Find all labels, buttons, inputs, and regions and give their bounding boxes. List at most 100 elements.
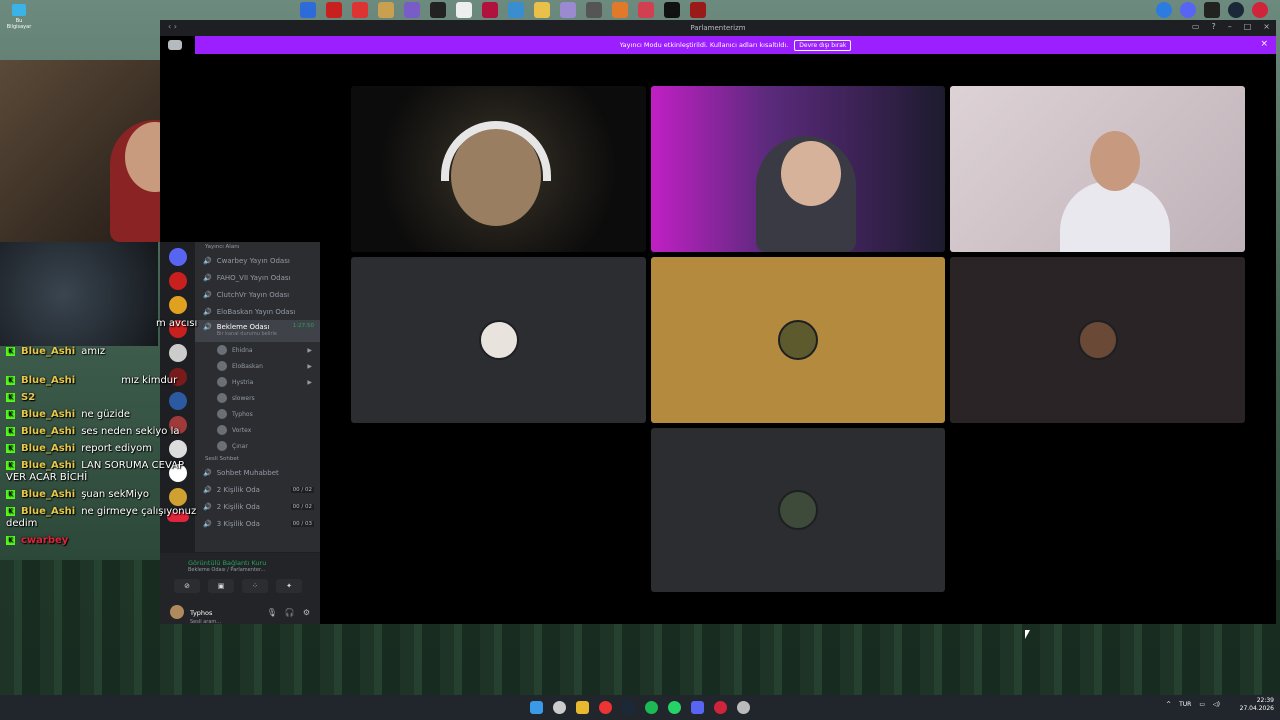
voice-channel[interactable]: 🔊 2 Kişilik Oda 00 / 02 [195,481,320,498]
category-header[interactable]: Sesli Sohbet [195,454,320,464]
activities-icon[interactable]: ⁘ [242,579,268,593]
voice-user[interactable]: EloBaskan ▶ [195,358,320,374]
voice-user[interactable]: Hystria ▶ [195,374,320,390]
headphones-icon[interactable]: 🎧 [285,608,295,617]
steam-icon[interactable] [1228,2,1244,18]
desktop-icon-this-pc[interactable]: Bu Bilgisayar [4,4,34,30]
chat-message: K Blue_Ashi report ediyom [6,443,152,455]
close-icon[interactable]: × [1263,22,1270,31]
volume-icon[interactable]: ◁) [1213,701,1220,708]
whatsapp-icon[interactable] [668,701,681,714]
voice-user[interactable]: Vortex [195,422,320,438]
maximize-icon[interactable]: □ [1244,22,1252,31]
user-status: Sesli aram... [190,618,222,625]
voice-channel[interactable]: 🔊 ClutchVr Yayın Odası [195,286,320,303]
voice-channel[interactable]: 🔊 Sohbet Muhabbet [195,464,320,481]
avatar [217,393,227,403]
video-tile[interactable] [950,86,1245,252]
app-icon[interactable] [586,2,602,18]
server-icon[interactable] [168,272,187,290]
search-icon[interactable] [553,701,566,714]
folder-icon[interactable] [576,701,589,714]
voice-channel[interactable]: 🔊 Cwarbey Yayın Odası [195,252,320,269]
discord-icon[interactable] [1180,2,1196,18]
disable-streamer-mode-button[interactable]: Devre dışı bırak [794,39,852,51]
epic-icon[interactable] [1204,2,1220,18]
app-icon[interactable] [404,2,420,18]
screen-share-icon[interactable]: ▣ [208,579,234,593]
chat-message: m avcısı [156,318,197,330]
video-tile[interactable] [351,86,646,252]
stream-chat-overlay: m avcısı K Blue_Ashi amız K Blue_Ashi mız ki… [0,316,200,556]
app-icon[interactable] [737,701,750,714]
app-icon[interactable] [1252,2,1268,18]
chat-user: Blue_Ashi [21,443,76,454]
app-icon[interactable] [508,2,524,18]
server-icon[interactable] [168,296,187,314]
voice-channel-active[interactable]: 🔊 Bekleme Odası Bir kanal durumu belirle … [195,320,320,342]
avatar-tile[interactable] [651,428,945,592]
avatar-tile-speaking[interactable] [651,257,945,423]
microphone-icon[interactable]: 🎙 [267,608,277,617]
voice-user[interactable]: Çınar [195,438,320,454]
voice-channel[interactable]: 🔊 2 Kişilik Oda 00 / 02 [195,498,320,515]
avatar [217,361,227,371]
app-icon[interactable] [612,2,628,18]
voice-channel[interactable]: 🔊 3 Kişilik Oda 00 / 03 [195,515,320,532]
discord-icon[interactable] [691,701,704,714]
app-icon[interactable] [300,2,316,18]
spotify-icon[interactable] [645,701,658,714]
kick-icon: K [6,535,15,545]
voice-user[interactable]: Ehidna ▶ [195,342,320,358]
video-tile[interactable] [651,86,945,252]
minimize-icon[interactable]: – [1228,22,1232,31]
speaker-icon: 🔊 [203,485,212,494]
avatar[interactable] [170,605,184,619]
chevron-up-icon[interactable]: ^ [1166,701,1171,708]
chat-message: K Blue_Ashi amız [6,346,105,358]
app-icon[interactable] [482,2,498,18]
avatar-tile[interactable] [351,257,646,423]
start-icon[interactable] [530,701,543,714]
app-icon[interactable] [352,2,368,18]
voice-user[interactable]: slowers [195,390,320,406]
app-icon[interactable] [560,2,576,18]
chat-text: ne girmeye çalışıyonuz [81,506,197,517]
app-icon[interactable] [378,2,394,18]
camera-off-icon[interactable]: ⊘ [174,579,200,593]
chrome-icon[interactable] [599,701,612,714]
close-banner-icon[interactable]: × [1260,39,1268,49]
gear-icon[interactable]: ⚙ [303,608,310,617]
discord-logo-icon[interactable] [168,40,182,50]
steam-icon[interactable] [622,701,635,714]
channel-status[interactable]: Bir kanal durumu belirle [217,331,277,337]
soundboard-icon[interactable]: ✦ [276,579,302,593]
app-icon[interactable] [430,2,446,18]
back-icon[interactable]: ‹ › [168,22,177,31]
voice-channel[interactable]: 🔊 EloBaskan Yayın Odası [195,303,320,320]
app-icon[interactable] [534,2,550,18]
app-icon[interactable] [456,2,472,18]
voice-channel[interactable]: 🔊 FAHO_VII Yayın Odası [195,269,320,286]
server-icon[interactable] [168,248,187,266]
clock[interactable]: 22:39 27.04.2026 [1240,697,1274,713]
opera-icon[interactable] [714,701,727,714]
chat-text: dedim [6,518,38,529]
category-header[interactable]: Yayıncı Alanı [195,242,320,252]
app-icon[interactable] [326,2,342,18]
app-icon[interactable] [638,2,654,18]
help-icon[interactable]: ? [1211,22,1215,31]
app-icon[interactable] [690,2,706,18]
participant-face [1090,131,1140,191]
chat-message: K Blue_Ashi ne girmeye çalışıyonuz [6,506,196,518]
channel-timer: 1:27:50 [292,323,314,329]
wifi-icon[interactable]: ▭ [1199,701,1205,708]
app-icon[interactable] [664,2,680,18]
kick-icon: K [6,346,15,356]
voice-user[interactable]: Typhos [195,406,320,422]
avatar-tile[interactable] [950,257,1245,423]
lang-indicator[interactable]: TUR [1179,701,1191,708]
channel-name-wrap: Bekleme Odası Bir kanal durumu belirle [217,323,277,337]
app-icon[interactable] [1156,2,1172,18]
inbox-icon[interactable]: ▭ [1192,22,1200,31]
